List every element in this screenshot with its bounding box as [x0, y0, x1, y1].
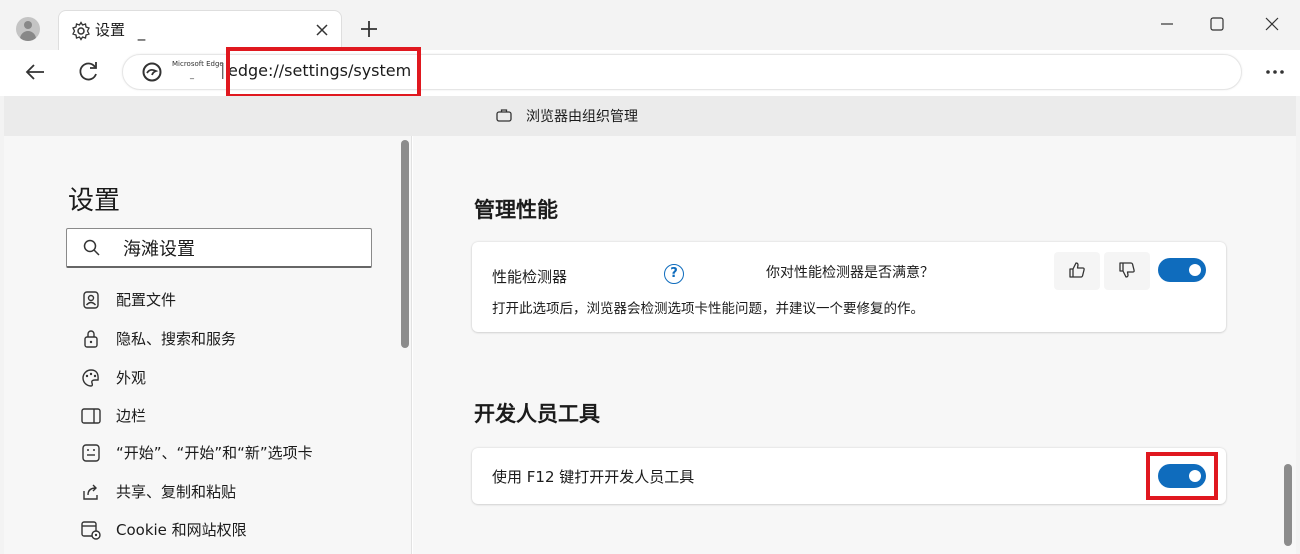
sidebar-item-profiles[interactable]: 配置文件: [80, 286, 380, 314]
edge-logo-icon: [142, 62, 162, 82]
back-icon[interactable]: [22, 58, 50, 86]
profile-avatar[interactable]: [16, 17, 40, 41]
palette-icon: [82, 369, 99, 387]
sidebar-item-label: 外观: [116, 369, 147, 387]
briefcase-icon: [496, 109, 512, 122]
thumbs-up-button[interactable]: [1054, 252, 1100, 290]
share-icon: [83, 484, 98, 500]
refresh-icon[interactable]: [74, 58, 102, 86]
sidebar-item-appearance[interactable]: 外观: [80, 364, 380, 392]
site-identity-suffix: _: [190, 70, 194, 79]
tab-title: 设置 _: [95, 21, 146, 41]
sidebar-item-sidebar[interactable]: 边栏: [80, 402, 380, 430]
sidebar-item-start-home-newtab[interactable]: “开始”、“开始”和“新”选项卡: [80, 439, 380, 467]
sidebar-item-label: 共享、复制和粘贴: [116, 483, 237, 501]
new-tab-icon[interactable]: [356, 16, 382, 42]
thumbs-up-icon: [1069, 262, 1085, 278]
sidebar-item-label: 边栏: [116, 407, 147, 425]
thumbs-down-button[interactable]: [1104, 252, 1150, 290]
sidebar-item-privacy[interactable]: 隐私、搜索和服务: [80, 325, 380, 353]
minimize-icon[interactable]: [1157, 14, 1177, 34]
search-icon: [83, 239, 100, 256]
url-highlight-box: [226, 47, 421, 98]
close-window-icon[interactable]: [1262, 14, 1282, 34]
performance-detector-toggle[interactable]: [1158, 258, 1206, 282]
gear-icon: [72, 21, 90, 41]
sidebar-title: 设置: [68, 186, 121, 216]
sidebar-icon: [81, 408, 101, 424]
maximize-icon[interactable]: [1207, 14, 1227, 34]
performance-detector-description: 打开此选项后，浏览器会检测选项卡性能问题，并建议一个要修复的作。: [492, 301, 924, 317]
sidebar-item-label: 配置文件: [116, 291, 177, 309]
cookie-permissions-icon: [81, 521, 101, 540]
close-tab-icon[interactable]: [311, 19, 333, 41]
sidebar-item-label: 隐私、搜索和服务: [116, 330, 237, 348]
search-settings-input[interactable]: 海滩设置: [66, 228, 372, 268]
sidebar-item-cookies-permissions[interactable]: Cookie 和网站权限: [80, 516, 380, 544]
url-separator: |: [220, 60, 226, 79]
sidebar-item-share-copy-paste[interactable]: 共享、复制和粘贴: [80, 478, 380, 506]
sidebar-item-label: Cookie 和网站权限: [116, 521, 247, 539]
section-title-performance: 管理性能: [474, 198, 558, 222]
home-tab-icon: [82, 444, 100, 462]
managed-banner-text: 浏览器由组织管理: [526, 109, 638, 125]
feedback-question: 你对性能检测器是否满意？: [766, 265, 934, 281]
sidebar-scrollbar[interactable]: [401, 140, 409, 348]
thumbs-down-icon: [1119, 262, 1135, 278]
section-title-developer-tools: 开发人员工具: [474, 402, 600, 426]
managed-banner: 浏览器由组织管理: [4, 96, 1296, 136]
window-frame-right: [1296, 96, 1300, 554]
toggle-highlight-box: [1146, 452, 1218, 500]
search-value: 海滩设置: [123, 239, 195, 260]
lock-icon: [84, 330, 98, 348]
profile-icon: [83, 291, 99, 309]
main-scrollbar[interactable]: [1284, 464, 1292, 546]
more-options-icon[interactable]: [1264, 62, 1286, 82]
sidebar-item-label: “开始”、“开始”和“新”选项卡: [116, 444, 313, 462]
performance-detector-label: 性能检测器: [492, 268, 568, 286]
help-icon[interactable]: ?: [664, 264, 684, 284]
site-identity-label: Microsoft Edge: [172, 60, 224, 68]
f12-devtools-label: 使用 F12 键打开开发人员工具: [492, 468, 695, 486]
